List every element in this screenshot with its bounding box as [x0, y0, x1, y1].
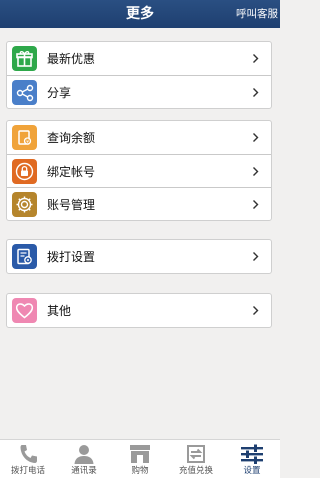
- header-bar: 更多 呼叫客服: [0, 0, 280, 28]
- gift-icon: [12, 46, 37, 71]
- tab-shop[interactable]: 购物: [112, 440, 168, 478]
- menu-item-label: 查询余额: [47, 131, 96, 145]
- contacts-icon: [74, 445, 94, 464]
- menu-item-label: 分享: [47, 85, 72, 100]
- menu-item-latest-offers[interactable]: 最新优惠: [7, 42, 271, 75]
- tab-label: 设置: [243, 466, 261, 476]
- chevron-right-icon: [253, 88, 259, 97]
- heart-icon: [12, 298, 37, 323]
- menu-item-check-balance[interactable]: ¥ 查询余额: [7, 121, 271, 154]
- phone-settings-icon: [12, 244, 37, 269]
- bottom-tab-bar: 拨打电话 通讯录 购物 充值兑换 设置: [0, 439, 280, 478]
- menu-group-account: ¥ 查询余额 绑定帐号 账号管理: [6, 120, 272, 221]
- lock-icon: [12, 159, 37, 184]
- tab-dial[interactable]: 拨打电话: [0, 440, 56, 478]
- chevron-right-icon: [253, 54, 259, 63]
- call-service-button[interactable]: 呼叫客服: [236, 0, 278, 28]
- chevron-right-icon: [253, 133, 259, 142]
- tab-label: 通讯录: [71, 466, 97, 476]
- menu-group-promotions: 最新优惠 分享: [6, 41, 272, 109]
- tab-recharge-exchange[interactable]: 充值兑换: [168, 440, 224, 478]
- chevron-right-icon: [253, 306, 259, 315]
- phone-icon: [20, 445, 37, 463]
- tab-contacts[interactable]: 通讯录: [56, 440, 112, 478]
- menu-item-label: 绑定帐号: [47, 164, 96, 179]
- shop-icon: [130, 445, 150, 463]
- svg-text:¥: ¥: [26, 139, 29, 145]
- menu-item-label: 最新优惠: [47, 52, 96, 66]
- menu-item-label: 其他: [47, 304, 72, 318]
- menu-item-share[interactable]: 分享: [7, 75, 271, 108]
- exchange-icon: [187, 445, 205, 463]
- tab-settings[interactable]: 设置: [224, 440, 280, 478]
- menu-item-account-management[interactable]: 账号管理: [7, 187, 271, 220]
- menu-item-other[interactable]: 其他: [7, 294, 271, 327]
- chevron-right-icon: [253, 252, 259, 261]
- tab-label: 充值兑换: [178, 466, 213, 476]
- balance-icon: ¥: [12, 125, 37, 150]
- tab-label: 购物: [131, 466, 149, 476]
- menu-item-label: 拨打设置: [47, 250, 96, 264]
- menu-item-bind-account[interactable]: 绑定帐号: [7, 154, 271, 187]
- chevron-right-icon: [253, 167, 259, 176]
- settings-sliders-icon: [241, 444, 263, 464]
- tab-label: 拨打电话: [10, 466, 45, 476]
- menu-item-label: 账号管理: [47, 197, 96, 212]
- menu-group-other: 其他: [6, 293, 272, 328]
- menu-item-dial-settings[interactable]: 拨打设置: [7, 240, 271, 273]
- chevron-right-icon: [253, 200, 259, 209]
- menu-group-dial: 拨打设置: [6, 239, 272, 274]
- share-icon: [12, 80, 37, 105]
- gear-icon: [12, 192, 37, 217]
